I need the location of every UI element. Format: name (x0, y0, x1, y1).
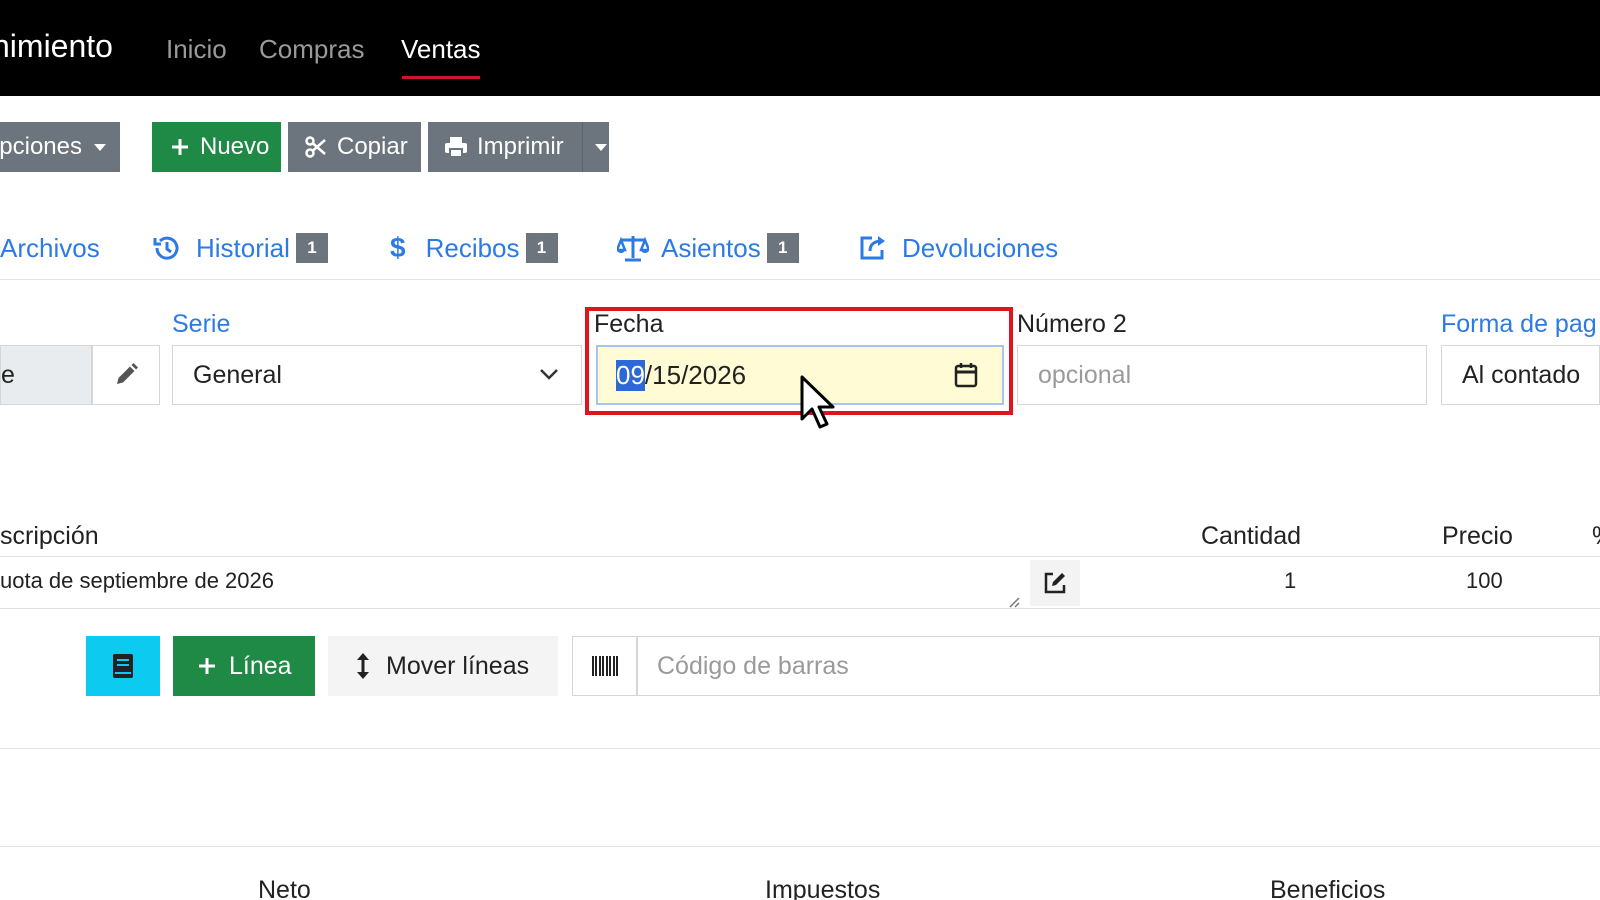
active-nav-underline (402, 76, 480, 79)
tab-historial-label: Historial (196, 232, 290, 263)
forma-pago-select[interactable]: Al contado (1441, 345, 1600, 405)
column-cantidad: Cantidad (1201, 522, 1302, 550)
barcode-button[interactable] (572, 636, 638, 696)
edit-line-button[interactable] (1030, 560, 1080, 606)
plus-icon (199, 658, 215, 674)
table-header-divider (0, 556, 1600, 557)
numero2-placeholder: opcional (1038, 360, 1132, 389)
mouse-cursor-icon (800, 375, 835, 429)
table-row-divider (0, 608, 1600, 609)
line-cantidad[interactable]: 1 (1284, 568, 1296, 594)
print-button[interactable]: Imprimir (428, 122, 609, 172)
totals-beneficios: Beneficios (1270, 876, 1386, 900)
tab-asientos-label: Asientos (661, 232, 761, 263)
tab-recibos[interactable]: $ Recibos 1 (390, 230, 558, 266)
tab-devoluciones[interactable]: Devoluciones (858, 230, 1058, 266)
caret-down-icon[interactable] (594, 143, 607, 151)
nav-link-inicio[interactable]: Inicio (166, 34, 227, 65)
serie-value: General (193, 360, 282, 389)
chevron-down-icon (540, 369, 558, 380)
line-descripcion[interactable]: uota de septiembre de 2026 (0, 568, 274, 594)
dollar-icon: $ (390, 232, 406, 263)
book-button[interactable] (86, 636, 160, 696)
balance-scale-icon (617, 236, 649, 262)
line-precio[interactable]: 100 (1466, 568, 1503, 594)
totals-neto: Neto (258, 876, 311, 900)
barcode-input[interactable]: Código de barras (636, 636, 1600, 696)
totals-impuestos: Impuestos (765, 876, 881, 900)
print-label: Imprimir (477, 133, 564, 160)
tabs-divider (0, 279, 1600, 280)
numero2-input[interactable]: opcional (1017, 345, 1427, 405)
caret-down-icon (94, 143, 106, 151)
totals-divider (0, 846, 1600, 847)
column-percent: % (1592, 522, 1600, 551)
tab-historial[interactable]: Historial 1 (152, 230, 328, 266)
serie-label[interactable]: Serie (172, 310, 230, 339)
edit-customer-button[interactable] (92, 345, 160, 405)
numero2-label: Número 2 (1017, 310, 1127, 338)
tab-devoluciones-label: Devoluciones (902, 232, 1059, 263)
options-label: pciones (0, 133, 82, 160)
column-descripcion: scripción (0, 522, 99, 550)
column-precio: Precio (1442, 522, 1513, 550)
options-dropdown-button[interactable]: pciones (0, 122, 120, 172)
nav-link-ventas[interactable]: Ventas (401, 34, 481, 65)
top-navbar: nimiento Inicio Compras Ventas (0, 0, 1600, 96)
split-divider (581, 122, 583, 172)
add-line-label: Línea (229, 651, 292, 680)
forma-pago-value: Al contado (1462, 360, 1581, 389)
fecha-highlight-box (585, 307, 1013, 415)
customer-value: e (1, 360, 15, 389)
edit-icon (1044, 572, 1066, 594)
printer-icon (445, 137, 467, 158)
history-icon (153, 236, 179, 260)
resize-handle-icon[interactable] (1008, 596, 1020, 608)
customer-field[interactable]: e (0, 345, 92, 405)
share-icon (860, 236, 885, 260)
brand-title[interactable]: nimiento (0, 28, 113, 65)
scissors-icon (305, 136, 326, 158)
new-button[interactable]: Nuevo (152, 122, 281, 172)
nav-link-compras[interactable]: Compras (259, 34, 364, 65)
recibos-count-badge: 1 (525, 233, 558, 263)
plus-icon (172, 139, 188, 155)
tab-recibos-label: Recibos (425, 232, 520, 263)
serie-select[interactable]: General (172, 345, 582, 405)
book-icon (113, 654, 133, 678)
add-line-button[interactable]: Línea (173, 636, 315, 696)
move-lines-label: Mover líneas (386, 651, 530, 680)
copy-button[interactable]: Copiar (288, 122, 421, 172)
move-lines-button[interactable]: Mover líneas (328, 636, 558, 696)
forma-pago-label[interactable]: Forma de pag (1441, 310, 1597, 339)
section-divider (0, 748, 1600, 749)
tab-archivos-label: Archivos (0, 232, 100, 263)
barcode-icon (592, 656, 618, 676)
historial-count-badge: 1 (295, 233, 328, 263)
copy-label: Copiar (337, 133, 408, 160)
tab-asientos[interactable]: Asientos 1 (617, 230, 799, 266)
arrows-vertical-icon (357, 653, 369, 679)
pencil-icon (117, 363, 138, 384)
barcode-placeholder: Código de barras (657, 651, 849, 680)
new-label: Nuevo (200, 133, 270, 160)
asientos-count-badge: 1 (766, 233, 799, 263)
tab-archivos[interactable]: Archivos (0, 230, 100, 266)
